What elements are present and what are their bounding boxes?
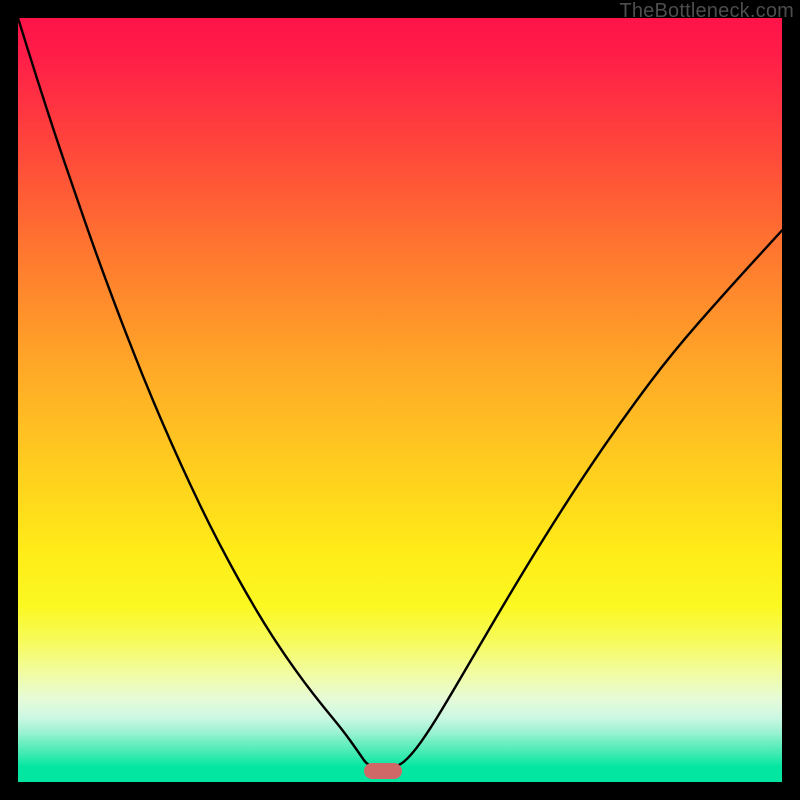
optimum-marker bbox=[364, 763, 402, 779]
chart-frame: TheBottleneck.com bbox=[0, 0, 800, 800]
watermark-text: TheBottleneck.com bbox=[619, 0, 794, 23]
plot-area bbox=[18, 18, 782, 782]
background-gradient bbox=[18, 18, 782, 782]
